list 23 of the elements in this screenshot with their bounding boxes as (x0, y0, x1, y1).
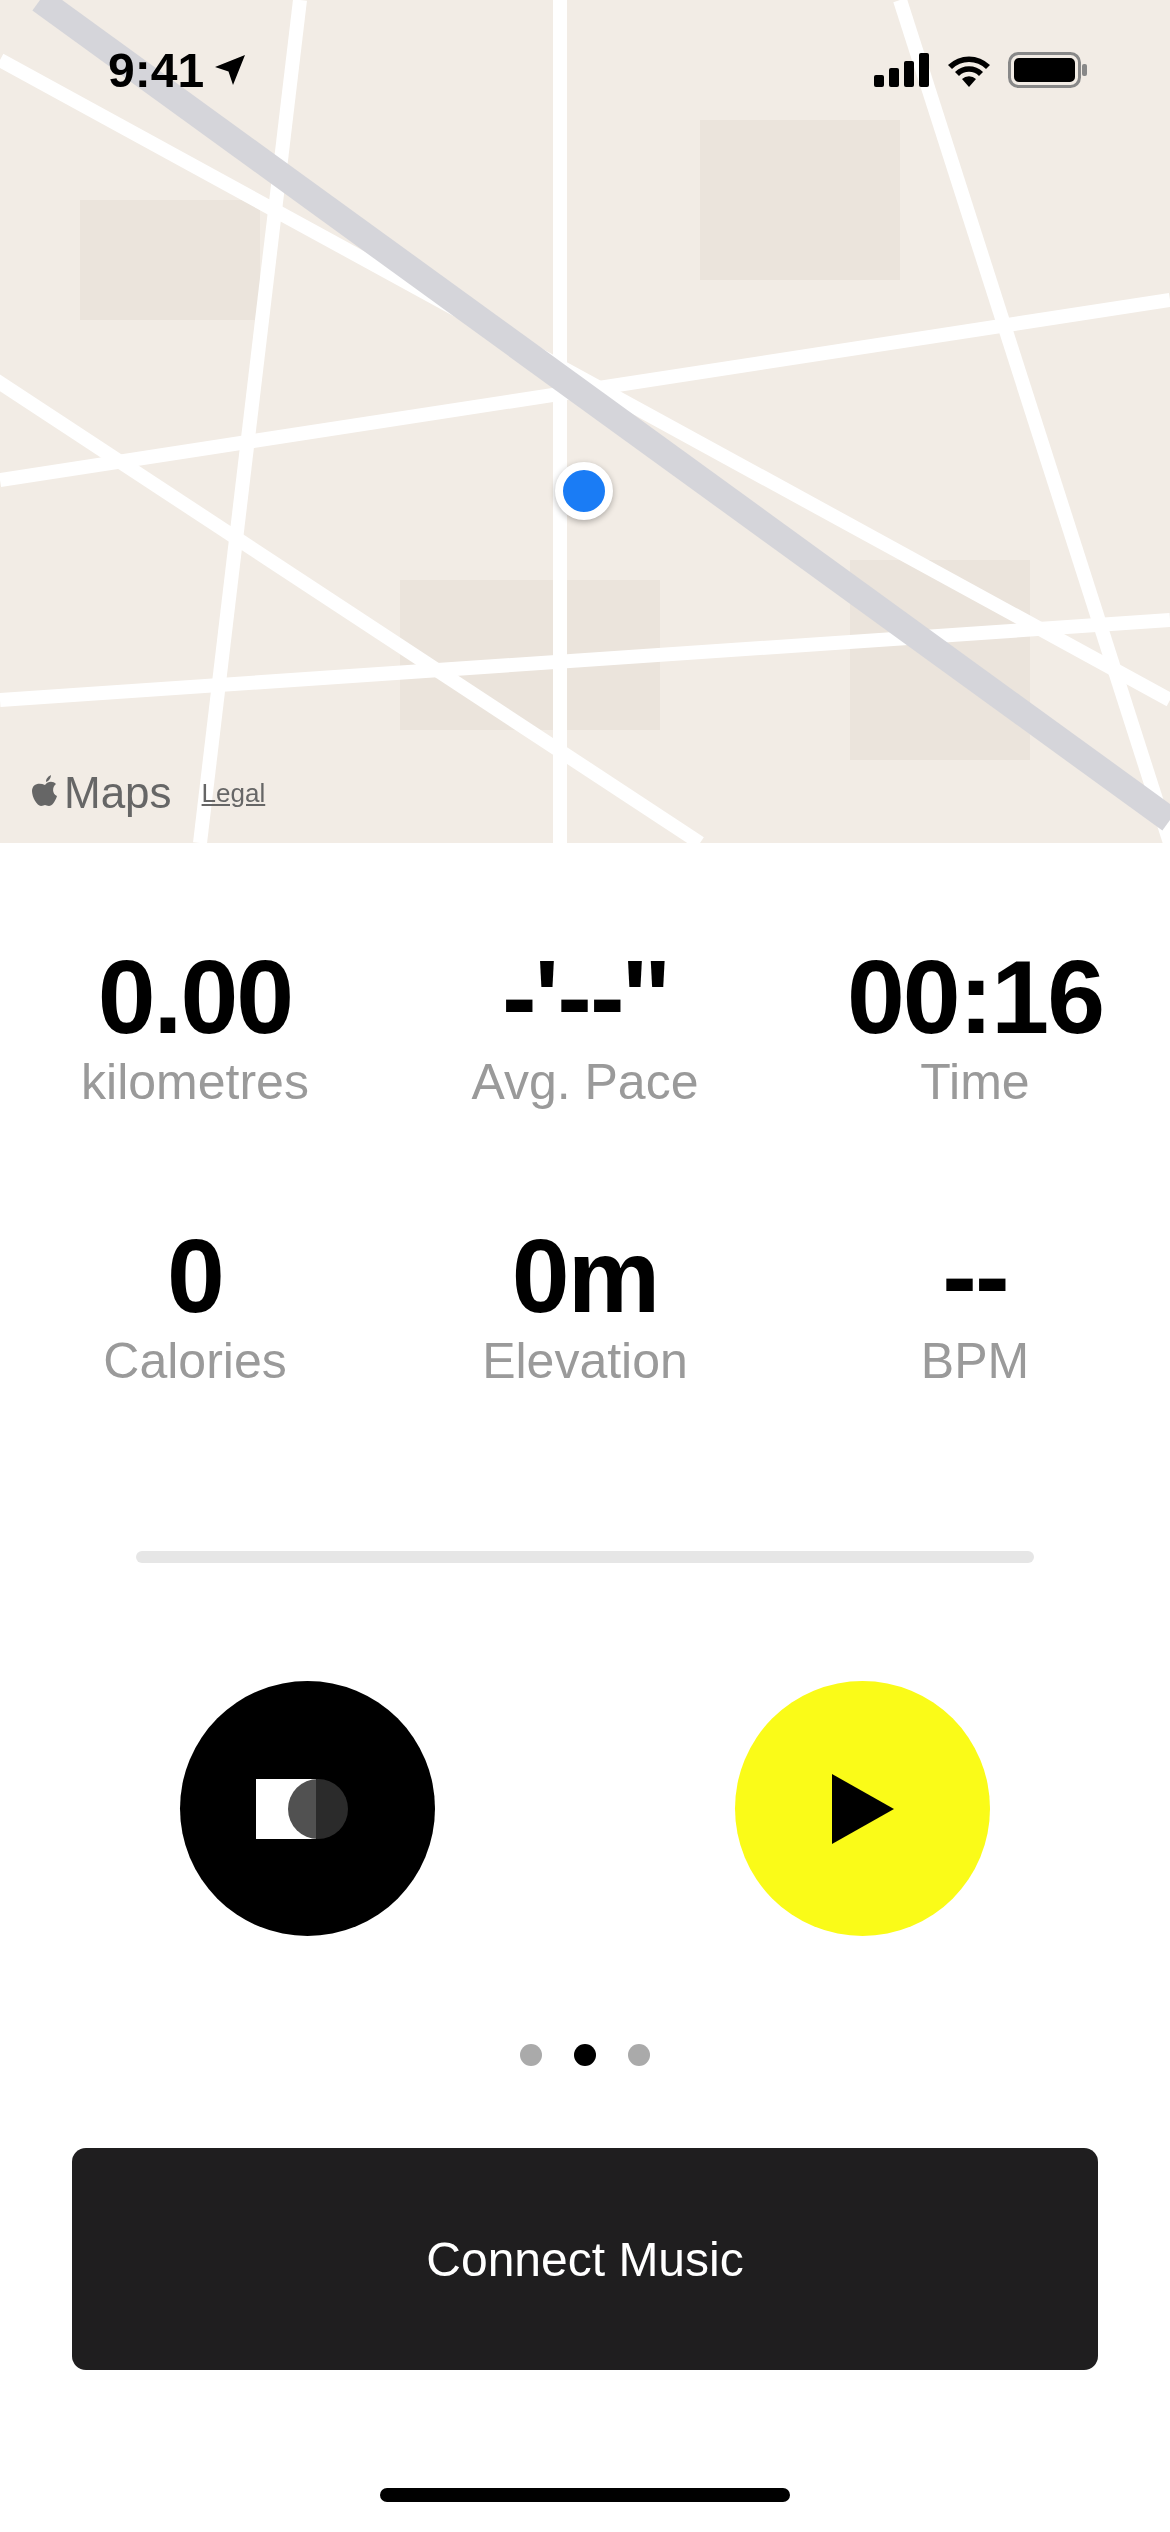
stat-value: -'--'' (501, 943, 669, 1053)
attribution: Maps (64, 768, 172, 818)
stat-label: Elevation (482, 1332, 688, 1392)
page-dot[interactable] (628, 2044, 650, 2067)
stat-label: Avg. Pace (471, 1053, 699, 1113)
wifi-icon (946, 53, 992, 87)
stat-value: 0m (511, 1222, 659, 1332)
connect-music-button[interactable]: Connect Music (72, 2148, 1098, 2371)
clock: 9:41 (108, 42, 205, 98)
stat-label: BPM (920, 1332, 1030, 1392)
stat-value: 0 (167, 1222, 223, 1332)
page-dot[interactable] (520, 2044, 542, 2067)
signal-icon (874, 53, 930, 87)
battery-icon (1008, 52, 1088, 88)
play-icon (831, 1773, 894, 1844)
stat-value: -- (942, 1222, 1008, 1332)
stat-label: Calories (103, 1332, 287, 1392)
page-dot[interactable] (574, 2044, 596, 2067)
stat-label: Time (920, 1053, 1030, 1113)
legal-link[interactable]: Legal (201, 777, 266, 809)
stat-label: kilometres (81, 1053, 309, 1113)
stat-value: 0.00 (97, 943, 293, 1053)
stat-value: 00:16 (847, 943, 1103, 1053)
